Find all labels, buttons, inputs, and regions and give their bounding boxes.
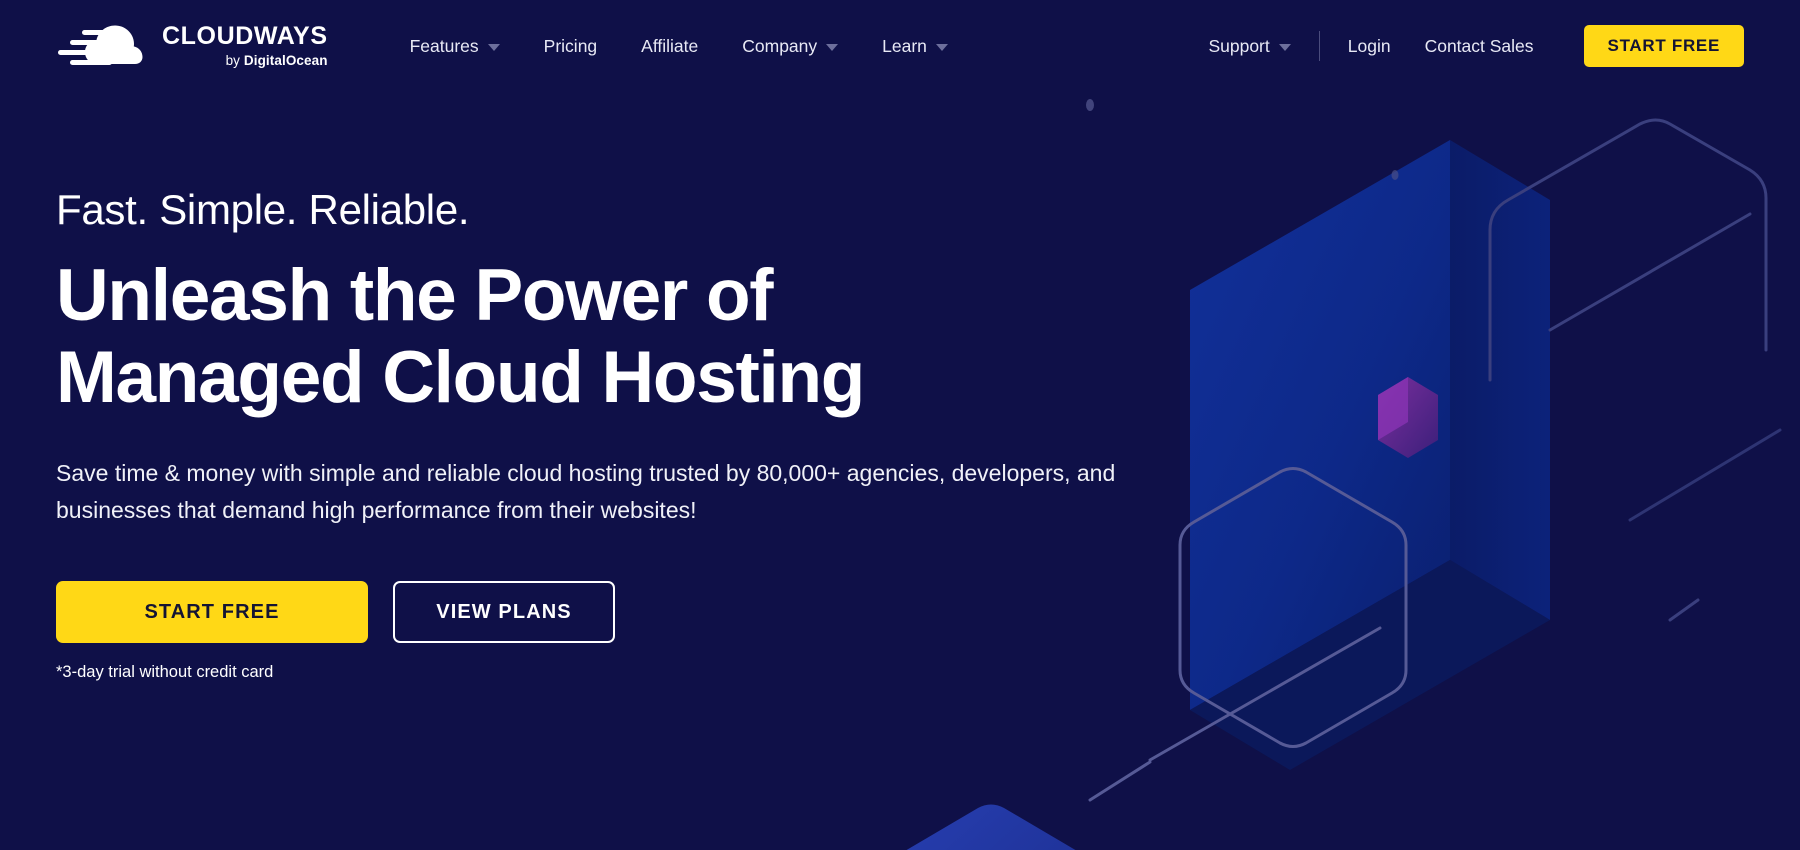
nav-label: Login [1348, 36, 1391, 57]
hero-title-line-2: Managed Cloud Hosting [56, 337, 864, 418]
chevron-down-icon [826, 44, 838, 51]
nav-item-login[interactable]: Login [1348, 36, 1391, 57]
nav-label: Affiliate [641, 36, 698, 57]
hero-action-group: START FREE VIEW PLANS [56, 581, 1130, 643]
hero-subtitle: Save time & money with simple and reliab… [56, 455, 1130, 530]
page-title: Unleash the Power of Managed Cloud Hosti… [56, 255, 1130, 419]
chevron-down-icon [488, 44, 500, 51]
hero-trial-note: *3-day trial without credit card [56, 663, 1130, 682]
header-start-free-button[interactable]: START FREE [1584, 25, 1744, 67]
nav-item-company[interactable]: Company [742, 36, 838, 57]
primary-navigation: Features Pricing Affiliate Company Learn [410, 36, 948, 57]
utility-navigation: Support Login Contact Sales START FREE [1208, 25, 1744, 67]
hero-view-plans-button[interactable]: VIEW PLANS [393, 581, 615, 643]
nav-label: Learn [882, 36, 927, 57]
chevron-down-icon [936, 44, 948, 51]
brand-wordmark: CLOUDWAYS by DigitalOcean [162, 24, 328, 68]
nav-label: Features [410, 36, 479, 57]
hero-start-free-button[interactable]: START FREE [56, 581, 368, 643]
nav-label: Pricing [544, 36, 598, 57]
hero-section: Fast. Simple. Reliable. Unleash the Powe… [0, 92, 1130, 682]
chevron-down-icon [1279, 44, 1291, 51]
nav-item-affiliate[interactable]: Affiliate [641, 36, 698, 57]
nav-item-features[interactable]: Features [410, 36, 500, 57]
brand-logo[interactable]: CLOUDWAYS by DigitalOcean [54, 20, 328, 72]
hero-eyebrow: Fast. Simple. Reliable. [56, 187, 1130, 233]
nav-label: Contact Sales [1425, 36, 1534, 57]
site-header: CLOUDWAYS by DigitalOcean Features Prici… [0, 0, 1800, 92]
nav-divider [1319, 31, 1320, 61]
nav-item-learn[interactable]: Learn [882, 36, 948, 57]
nav-item-pricing[interactable]: Pricing [544, 36, 598, 57]
cloud-speed-icon [54, 20, 150, 72]
hero-page: CLOUDWAYS by DigitalOcean Features Prici… [0, 0, 1800, 850]
nav-item-support[interactable]: Support [1208, 36, 1290, 57]
nav-label: Company [742, 36, 817, 57]
brand-subtitle: by DigitalOcean [162, 54, 328, 68]
nav-item-contact-sales[interactable]: Contact Sales [1425, 36, 1534, 57]
nav-label: Support [1208, 36, 1269, 57]
hero-title-line-1: Unleash the Power of [56, 255, 772, 336]
brand-name: CLOUDWAYS [162, 24, 328, 49]
